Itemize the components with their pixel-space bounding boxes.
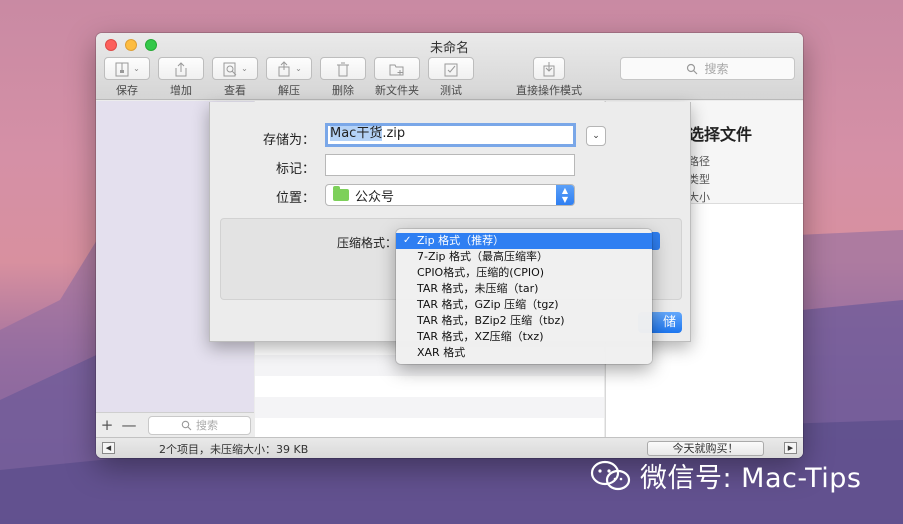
- menu-item-label: CPIO格式，压缩的(CPIO): [417, 266, 545, 279]
- chevron-down-icon: ⌄: [241, 64, 248, 73]
- toolbar-add[interactable]: 增加: [158, 57, 204, 99]
- format-menu-item-tar[interactable]: TAR 格式，未压缩（tar): [396, 281, 652, 297]
- filename-selected-text: Mac干货: [330, 126, 383, 141]
- format-menu-item-xar[interactable]: XAR 格式: [396, 345, 652, 361]
- location-popup[interactable]: 公众号 ▲ ▼: [325, 184, 575, 206]
- menu-item-label: TAR 格式，BZip2 压缩（tbz): [417, 314, 565, 327]
- extract-button[interactable]: ⌄: [266, 57, 312, 80]
- direct-mode-icon: [543, 61, 555, 76]
- format-menu-item-tgz[interactable]: TAR 格式，GZip 压缩（tgz): [396, 297, 652, 313]
- sidebar-search-input[interactable]: 搜索: [148, 415, 251, 435]
- delete-button[interactable]: [320, 57, 366, 80]
- add-button[interactable]: [158, 57, 204, 80]
- toolbar-label-test: 测试: [440, 84, 462, 97]
- remove-item-button[interactable]: —: [118, 416, 140, 434]
- toolbar-search-input[interactable]: 搜索: [620, 57, 795, 80]
- toolbar-search-placeholder: 搜索: [704, 62, 729, 76]
- archive-icon: [115, 62, 129, 76]
- chevron-down-icon: ⌄: [133, 64, 140, 73]
- toolbar-delete[interactable]: 删除: [320, 57, 366, 99]
- tags-input[interactable]: [325, 154, 575, 176]
- popup-arrows-icon: ▲ ▼: [556, 185, 574, 205]
- list-row-stripe: [255, 397, 604, 418]
- tags-label: 标记：: [275, 162, 315, 177]
- info-title: 选择文件: [688, 125, 753, 144]
- sidebar-footer: + — 搜索: [96, 412, 254, 437]
- toolbar-direct-mode[interactable]: 直接操作模式: [516, 57, 582, 99]
- view-button[interactable]: ⌄: [212, 57, 258, 80]
- new-folder-button[interactable]: [374, 57, 420, 80]
- wechat-watermark: 微信号: Mac-Tips: [590, 456, 862, 495]
- format-label: 压缩格式：: [336, 236, 397, 250]
- new-folder-icon: [389, 64, 404, 75]
- chevron-down-icon: ⌄: [295, 64, 302, 73]
- menu-item-label: XAR 格式: [417, 346, 466, 359]
- format-dropdown-menu: ✓ Zip 格式（推荐） 7-Zip 格式（最高压缩率） CPIO格式，压缩的(C…: [396, 229, 652, 364]
- preview-icon: [223, 62, 237, 76]
- add-files-icon: [175, 61, 187, 76]
- sidebar-search-placeholder: 搜索: [196, 419, 218, 432]
- save-button[interactable]: ⌄: [104, 57, 150, 80]
- toggle-info-button[interactable]: ▶: [784, 442, 797, 454]
- save-as-label: 存储为：: [262, 133, 315, 148]
- titlebar: 未命名 ⌄ 保存 增加 ⌄ 查看 ⌄ 解压 删除 新文件夹 测试 直接操作模式 …: [96, 33, 803, 100]
- toolbar-label-delete: 删除: [332, 84, 354, 97]
- menu-item-label: 7-Zip 格式（最高压缩率）: [417, 250, 549, 263]
- test-icon: [444, 63, 458, 76]
- format-menu-item-tbz[interactable]: TAR 格式，BZip2 压缩（tbz): [396, 313, 652, 329]
- menu-item-label: TAR 格式，GZip 压缩（tgz): [417, 298, 559, 311]
- info-path-label: 路径: [688, 155, 710, 168]
- status-text: 2个项目，未压缩大小：39 KB: [159, 443, 309, 456]
- info-size-label: 大小: [688, 191, 710, 204]
- filename-extension: .zip: [382, 126, 406, 141]
- menu-item-label: Zip 格式（推荐）: [417, 234, 505, 247]
- buy-today-button[interactable]: 今天就购买！: [647, 441, 764, 456]
- trash-icon: [337, 62, 349, 76]
- extract-icon: [278, 60, 290, 76]
- toolbar-label-add: 增加: [170, 84, 192, 97]
- format-menu-item-txz[interactable]: TAR 格式，XZ压缩（txz): [396, 329, 652, 345]
- format-menu-item-zip[interactable]: ✓ Zip 格式（推荐）: [396, 233, 652, 249]
- search-icon: [181, 420, 192, 430]
- location-value: 公众号: [355, 189, 395, 205]
- toolbar-test[interactable]: 测试: [428, 57, 474, 99]
- toolbar-label-save: 保存: [116, 84, 138, 97]
- add-item-button[interactable]: +: [96, 416, 118, 434]
- format-menu-item-cpio[interactable]: CPIO格式，压缩的(CPIO): [396, 265, 652, 281]
- info-type-label: 类型: [688, 173, 710, 186]
- location-label: 位置：: [275, 191, 315, 206]
- toggle-sidebar-button[interactable]: ◀: [102, 442, 115, 454]
- wechat-icon: [590, 460, 631, 490]
- toolbar-label-new-folder: 新文件夹: [375, 84, 419, 97]
- status-bar: ◀ 2个项目，未压缩大小：39 KB 今天就购买！ ▶: [96, 437, 803, 458]
- toolbar-label-direct-mode: 直接操作模式: [516, 84, 582, 97]
- toolbar-extract[interactable]: ⌄ 解压: [266, 57, 312, 99]
- search-icon: [687, 63, 698, 74]
- toolbar-save[interactable]: ⌄ 保存: [104, 57, 150, 99]
- menu-item-label: TAR 格式，XZ压缩（txz): [417, 330, 544, 343]
- toolbar-label-extract: 解压: [278, 84, 300, 97]
- toolbar-new-folder[interactable]: 新文件夹: [374, 57, 420, 99]
- toolbar-view[interactable]: ⌄ 查看: [212, 57, 258, 99]
- watermark-text: 微信号: Mac-Tips: [640, 463, 862, 494]
- toolbar-label-view: 查看: [224, 84, 246, 97]
- expand-dialog-button[interactable]: ⌄: [586, 126, 606, 146]
- checkmark-icon: ✓: [403, 235, 412, 246]
- direct-mode-button[interactable]: [533, 57, 565, 80]
- menu-item-label: TAR 格式，未压缩（tar): [417, 282, 539, 295]
- test-button[interactable]: [428, 57, 474, 80]
- folder-icon: [333, 186, 349, 201]
- filename-input[interactable]: Mac干货.zip: [325, 123, 576, 147]
- chevron-down-icon: ⌄: [592, 131, 600, 141]
- format-menu-item-7zip[interactable]: 7-Zip 格式（最高压缩率）: [396, 249, 652, 265]
- window-title: 未命名: [429, 41, 469, 56]
